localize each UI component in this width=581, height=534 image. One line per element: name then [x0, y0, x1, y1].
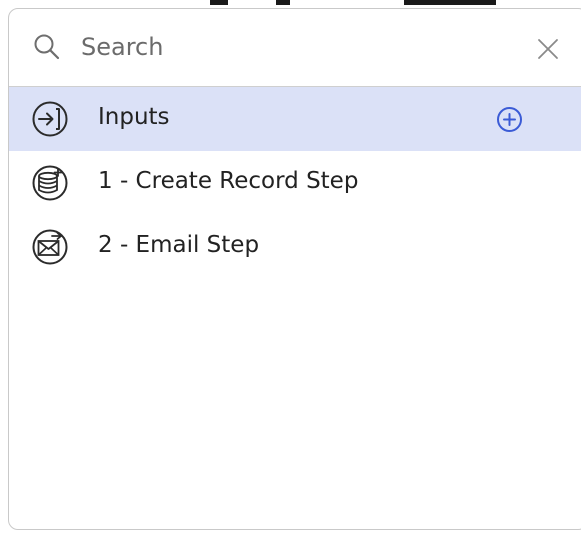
top-edge-mark — [210, 0, 228, 5]
search-input[interactable] — [81, 27, 501, 67]
list-item-inputs[interactable]: Inputs — [9, 87, 581, 151]
list-item-email-step[interactable]: 2 - Email Step — [9, 215, 581, 279]
top-edge-mark — [404, 0, 496, 5]
top-edge-mark — [276, 0, 290, 5]
database-add-icon — [32, 165, 68, 201]
variable-picker-screen: Inputs 1 - Create Record Step — [0, 0, 581, 534]
search-bar — [9, 9, 581, 87]
list-item-label: Inputs — [98, 104, 170, 130]
arrow-into-bracket-icon — [32, 101, 68, 137]
step-list: Inputs 1 - Create Record Step 2 - Email … — [9, 87, 581, 279]
add-circle-icon[interactable] — [496, 106, 523, 133]
top-edge-strip — [0, 0, 581, 5]
list-item-label: 1 - Create Record Step — [98, 168, 359, 194]
search-icon — [34, 34, 60, 60]
list-item-create-record-step[interactable]: 1 - Create Record Step — [9, 151, 581, 215]
list-item-label: 2 - Email Step — [98, 232, 260, 258]
close-icon[interactable] — [537, 38, 559, 60]
email-send-icon — [32, 229, 68, 265]
variable-picker-panel: Inputs 1 - Create Record Step — [8, 8, 581, 530]
